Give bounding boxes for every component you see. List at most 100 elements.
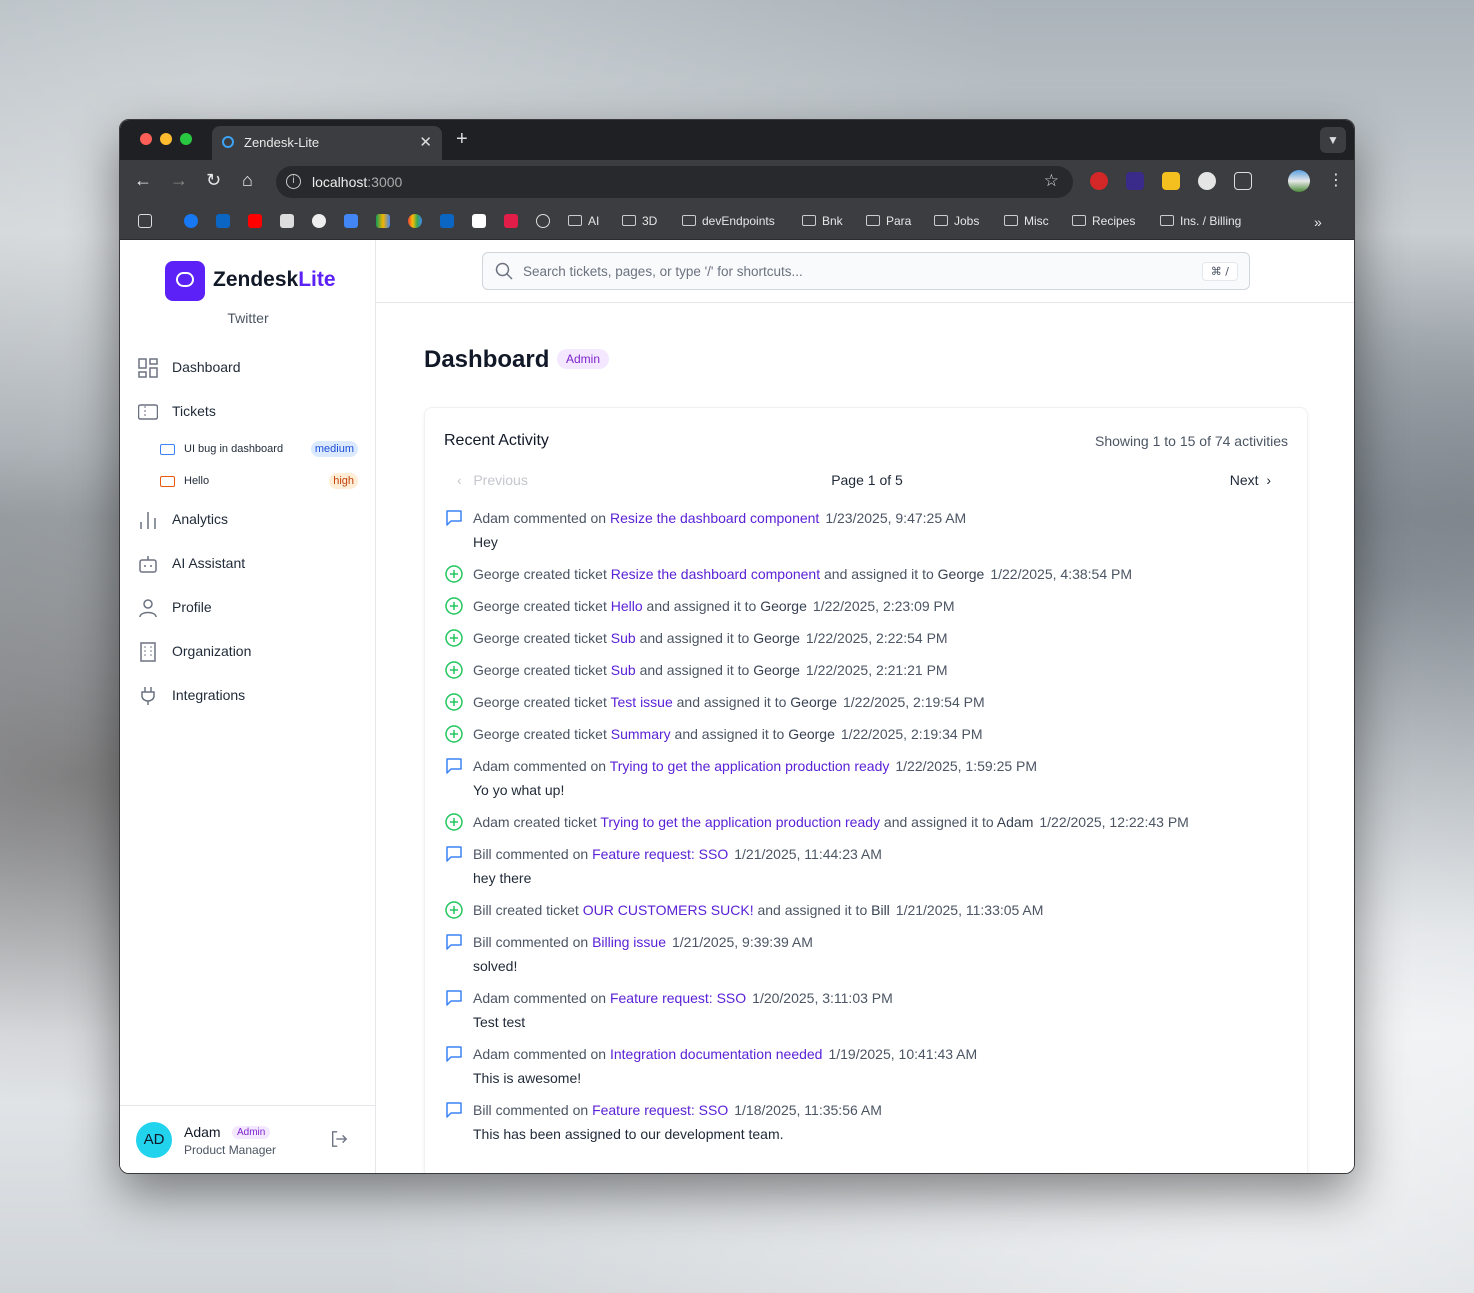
ticket-link[interactable]: OUR CUSTOMERS SUCK! [583, 902, 754, 918]
ticket-link[interactable]: Resize the dashboard component [611, 566, 820, 582]
ticket-link[interactable]: Integration documentation needed [610, 1046, 823, 1062]
home-icon[interactable]: ⌂ [242, 170, 253, 191]
nav-ai-assistant[interactable]: AI Assistant [136, 546, 360, 582]
photos-icon[interactable] [408, 214, 422, 229]
more-bookmarks-icon[interactable]: » [1314, 214, 1322, 230]
activity-timestamp: 1/22/2025, 2:21:21 PM [805, 662, 948, 678]
minimize-window-button[interactable] [160, 133, 172, 145]
ticket-link[interactable]: Resize the dashboard component [610, 510, 819, 526]
bookmark-folder-misc[interactable]: Misc [1004, 214, 1049, 228]
browser-tab[interactable]: Zendesk-Lite ✕ [212, 126, 442, 160]
next-page-button[interactable]: Next › [1230, 472, 1271, 488]
activity-actor: Adam [473, 758, 510, 774]
recent-ticket-hello[interactable]: Hello high [160, 470, 360, 494]
bookmark-folder-para[interactable]: Para [866, 214, 911, 228]
plus-circle-icon [445, 661, 463, 679]
reload-icon[interactable]: ↻ [206, 170, 221, 191]
browser-titlebar: Zendesk-Lite ✕ + ▼ [120, 120, 1354, 160]
extension-red-icon[interactable] [1090, 172, 1108, 190]
bookmark-folder-3d[interactable]: 3D [622, 214, 657, 228]
activity-text: George created ticket Sub and assigned i… [473, 630, 948, 646]
youtube-icon[interactable] [248, 214, 262, 229]
ticket-link[interactable]: Trying to get the application production… [610, 758, 890, 774]
new-tab-icon[interactable]: + [456, 128, 468, 151]
extension-eye-icon[interactable] [1126, 172, 1144, 190]
folder-icon [568, 215, 582, 226]
assigned-phrase: and assigned it to [639, 630, 750, 646]
ticket-icon [160, 444, 175, 455]
activity-verb: commented on [495, 934, 589, 950]
back-arrow-icon[interactable]: ← [134, 170, 152, 191]
ticket-link[interactable]: Feature request: SSO [592, 846, 728, 862]
bookmark-folder-bnk[interactable]: Bnk [802, 214, 843, 228]
bookmark-folder-jobs[interactable]: Jobs [934, 214, 979, 228]
nav-analytics[interactable]: Analytics [136, 502, 360, 538]
browser-menu-icon[interactable]: ⋮ [1328, 170, 1344, 190]
comment-body: hey there [473, 870, 532, 886]
recent-ticket-ui-bug[interactable]: UI bug in dashboard medium [160, 438, 360, 462]
ticket-link[interactable]: Sub [611, 662, 636, 678]
extension-s-icon[interactable] [1198, 172, 1216, 190]
ticket-link[interactable]: Trying to get the application production… [600, 814, 880, 830]
address-bar[interactable]: i localhost:3000 ☆ [276, 166, 1073, 198]
bookmark-folder-devendpoints[interactable]: devEndpoints [682, 214, 775, 228]
maximize-window-button[interactable] [180, 133, 192, 145]
ticket-link[interactable]: Billing issue [592, 934, 666, 950]
user-name: Adam [184, 1124, 221, 1140]
ticket-link[interactable]: Sub [611, 630, 636, 646]
ticket-link[interactable]: Hello [611, 598, 643, 614]
profile-avatar-icon[interactable] [1288, 170, 1310, 192]
linkedin-icon-2[interactable] [440, 214, 454, 229]
red-flag-icon[interactable] [504, 214, 518, 229]
dashboard-grid-icon [138, 358, 158, 378]
ticket-link[interactable]: Feature request: SSO [592, 1102, 728, 1118]
ticket-icon [160, 476, 175, 487]
extension-yellow-icon[interactable] [1162, 172, 1180, 190]
activity-verb: commented on [495, 1102, 589, 1118]
avatar[interactable]: AD [136, 1122, 172, 1158]
github-icon[interactable] [312, 214, 326, 229]
activity-actor: Bill [473, 846, 492, 862]
tab-search-chevron-icon[interactable]: ▼ [1320, 127, 1346, 153]
logout-icon[interactable] [330, 1130, 348, 1148]
tab-close-icon[interactable]: ✕ [419, 133, 432, 151]
nav-organization[interactable]: Organization [136, 634, 360, 670]
activity-timestamp: 1/21/2025, 9:39:39 AM [672, 934, 813, 950]
site-info-icon[interactable]: i [286, 174, 301, 189]
bookmark-folder-ai[interactable]: AI [568, 214, 599, 228]
nav-profile[interactable]: Profile [136, 590, 360, 626]
close-window-button[interactable] [140, 133, 152, 145]
nav-tickets[interactable]: Tickets [136, 394, 360, 430]
apps-grid-icon[interactable] [138, 214, 152, 229]
tab-title: Zendesk-Lite [244, 135, 320, 150]
bookmark-star-icon[interactable]: ☆ [1044, 171, 1059, 191]
bookmark-folder-billing[interactable]: Ins. / Billing [1160, 214, 1241, 228]
activity-timestamp: 1/22/2025, 2:23:09 PM [812, 598, 955, 614]
ticket-link[interactable]: Feature request: SSO [610, 990, 746, 1006]
bookmark-label: devEndpoints [702, 214, 775, 228]
ticket-link[interactable]: Summary [611, 726, 671, 742]
plus-circle-icon [445, 629, 463, 647]
linkedin-icon[interactable] [216, 214, 230, 229]
calendar-icon[interactable] [344, 214, 358, 229]
nav-integrations[interactable]: Integrations [136, 678, 360, 714]
plus-circle-icon [445, 901, 463, 919]
assigned-phrase: and assigned it to [674, 726, 785, 742]
robot-icon [139, 556, 157, 573]
nav-dashboard[interactable]: Dashboard [136, 350, 360, 386]
facebook-icon[interactable] [184, 214, 198, 229]
plug-icon [141, 687, 155, 705]
amazon-icon[interactable] [472, 214, 486, 229]
forward-arrow-icon[interactable]: → [170, 170, 188, 191]
search-input[interactable]: Search tickets, pages, or type '/' for s… [482, 252, 1250, 290]
google-drive-icon[interactable] [376, 214, 390, 229]
globe-icon[interactable] [536, 214, 550, 229]
activity-timestamp: 1/22/2025, 2:19:54 PM [842, 694, 985, 710]
activity-verb: created ticket [523, 726, 607, 742]
extensions-puzzle-icon[interactable] [1234, 172, 1252, 190]
ticket-link[interactable]: Test issue [611, 694, 673, 710]
bookmark-folder-recipes[interactable]: Recipes [1072, 214, 1135, 228]
folder-icon [1072, 215, 1086, 226]
bookmark-news-icon[interactable] [280, 214, 294, 229]
activity-verb: commented on [495, 846, 589, 862]
